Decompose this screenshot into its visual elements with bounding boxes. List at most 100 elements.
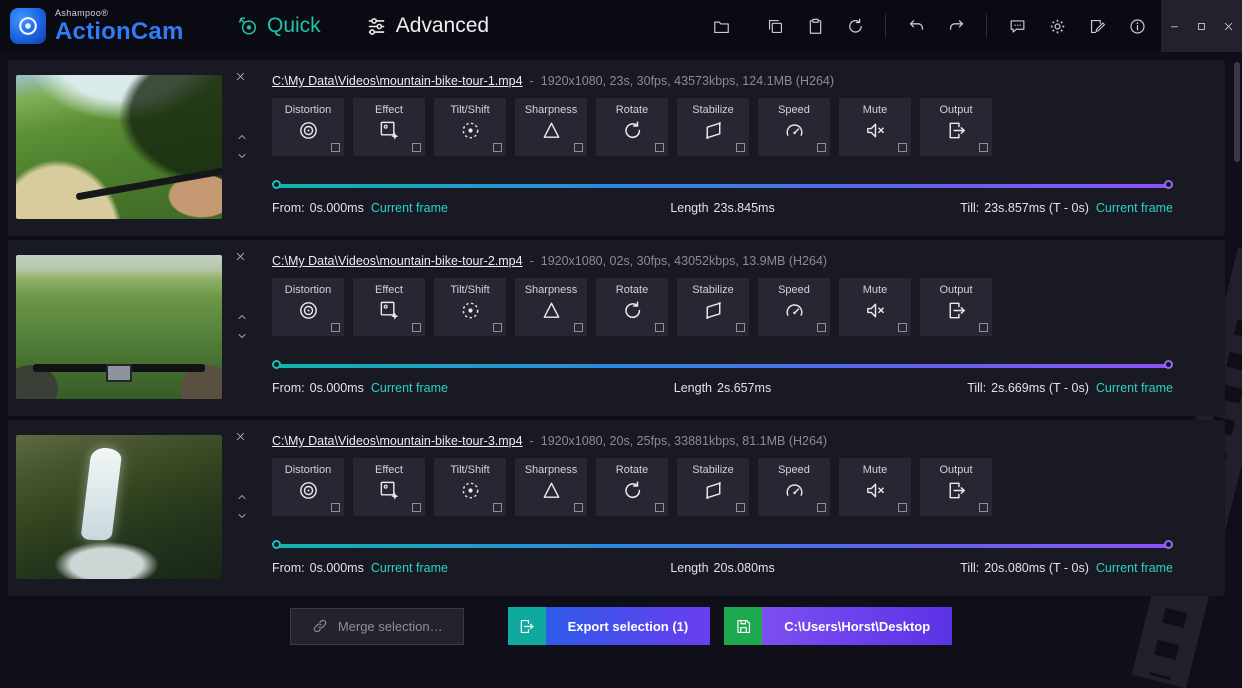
tool-checkbox[interactable] xyxy=(736,323,745,332)
move-up-button[interactable] xyxy=(233,130,251,144)
tool-sharpness-button[interactable]: Sharpness xyxy=(515,458,587,516)
tool-checkbox[interactable] xyxy=(898,143,907,152)
move-down-button[interactable] xyxy=(233,509,251,523)
tool-checkbox[interactable] xyxy=(736,503,745,512)
redo-button[interactable] xyxy=(946,16,966,36)
settings-button[interactable] xyxy=(1047,16,1067,36)
tool-effect-button[interactable]: Effect xyxy=(353,98,425,156)
trim-slider[interactable] xyxy=(272,539,1173,553)
move-up-button[interactable] xyxy=(233,490,251,504)
tool-checkbox[interactable] xyxy=(412,323,421,332)
clip-thumbnail[interactable] xyxy=(16,435,222,579)
tool-distortion-button[interactable]: Distortion xyxy=(272,98,344,156)
minimize-button[interactable] xyxy=(1161,0,1188,52)
open-folder-button[interactable] xyxy=(711,16,731,36)
tool-checkbox[interactable] xyxy=(655,503,664,512)
trim-end-handle[interactable] xyxy=(1164,360,1173,369)
tool-effect-button[interactable]: Effect xyxy=(353,458,425,516)
tool-speed-button[interactable]: Speed xyxy=(758,98,830,156)
tool-checkbox[interactable] xyxy=(655,143,664,152)
tool-checkbox[interactable] xyxy=(574,503,583,512)
tool-sharpness-button[interactable]: Sharpness xyxy=(515,278,587,336)
tool-tiltshift-button[interactable]: Tilt/Shift xyxy=(434,98,506,156)
tool-rotate-button[interactable]: Rotate xyxy=(596,278,668,336)
current-frame-link[interactable]: Current frame xyxy=(371,201,448,215)
tool-checkbox[interactable] xyxy=(493,503,502,512)
destination-folder-button[interactable]: C:\Users\Horst\Desktop xyxy=(724,607,952,645)
clip-thumbnail[interactable] xyxy=(16,255,222,399)
tool-distortion-button[interactable]: Distortion xyxy=(272,458,344,516)
move-down-button[interactable] xyxy=(233,329,251,343)
tool-checkbox[interactable] xyxy=(574,143,583,152)
maximize-button[interactable] xyxy=(1188,0,1215,52)
slider-track[interactable] xyxy=(278,184,1167,188)
trim-start-handle[interactable] xyxy=(272,360,281,369)
clip-thumbnail[interactable] xyxy=(16,75,222,219)
tool-checkbox[interactable] xyxy=(898,503,907,512)
slider-track[interactable] xyxy=(278,364,1167,368)
tool-mute-button[interactable]: Mute xyxy=(839,458,911,516)
tool-sharpness-button[interactable]: Sharpness xyxy=(515,98,587,156)
tool-distortion-button[interactable]: Distortion xyxy=(272,278,344,336)
tool-checkbox[interactable] xyxy=(979,503,988,512)
reset-button[interactable] xyxy=(845,16,865,36)
tool-stabilize-button[interactable]: Stabilize xyxy=(677,458,749,516)
remove-clip-button[interactable] xyxy=(231,247,249,265)
scrollbar[interactable] xyxy=(1234,62,1240,162)
tool-stabilize-button[interactable]: Stabilize xyxy=(677,278,749,336)
tool-checkbox[interactable] xyxy=(817,323,826,332)
trim-slider[interactable] xyxy=(272,179,1173,193)
tool-speed-button[interactable]: Speed xyxy=(758,458,830,516)
tool-checkbox[interactable] xyxy=(493,143,502,152)
current-frame-link[interactable]: Current frame xyxy=(1096,381,1173,395)
copy-button[interactable] xyxy=(765,16,785,36)
clip-filename-link[interactable]: C:\My Data\Videos\mountain-bike-tour-2.m… xyxy=(272,254,523,268)
tool-output-button[interactable]: Output xyxy=(920,98,992,156)
tool-checkbox[interactable] xyxy=(979,323,988,332)
tool-rotate-button[interactable]: Rotate xyxy=(596,458,668,516)
trim-end-handle[interactable] xyxy=(1164,540,1173,549)
remove-clip-button[interactable] xyxy=(231,427,249,445)
current-frame-link[interactable]: Current frame xyxy=(1096,201,1173,215)
tab-advanced[interactable]: Advanced xyxy=(365,14,489,38)
tool-effect-button[interactable]: Effect xyxy=(353,278,425,336)
tool-tiltshift-button[interactable]: Tilt/Shift xyxy=(434,458,506,516)
tool-checkbox[interactable] xyxy=(331,503,340,512)
slider-track[interactable] xyxy=(278,544,1167,548)
feedback-button[interactable] xyxy=(1007,16,1027,36)
clip-filename-link[interactable]: C:\My Data\Videos\mountain-bike-tour-3.m… xyxy=(272,434,523,448)
undo-button[interactable] xyxy=(906,16,926,36)
trim-start-handle[interactable] xyxy=(272,540,281,549)
tool-checkbox[interactable] xyxy=(331,143,340,152)
notes-button[interactable] xyxy=(1087,16,1107,36)
tool-checkbox[interactable] xyxy=(898,323,907,332)
trim-end-handle[interactable] xyxy=(1164,180,1173,189)
current-frame-link[interactable]: Current frame xyxy=(371,561,448,575)
tool-checkbox[interactable] xyxy=(412,503,421,512)
tool-checkbox[interactable] xyxy=(736,143,745,152)
tab-quick[interactable]: Quick xyxy=(236,14,321,38)
tool-mute-button[interactable]: Mute xyxy=(839,98,911,156)
tool-checkbox[interactable] xyxy=(655,323,664,332)
tool-rotate-button[interactable]: Rotate xyxy=(596,98,668,156)
tool-checkbox[interactable] xyxy=(817,503,826,512)
tool-output-button[interactable]: Output xyxy=(920,458,992,516)
trim-start-handle[interactable] xyxy=(272,180,281,189)
tool-checkbox[interactable] xyxy=(574,323,583,332)
tool-mute-button[interactable]: Mute xyxy=(839,278,911,336)
tool-checkbox[interactable] xyxy=(817,143,826,152)
move-up-button[interactable] xyxy=(233,310,251,324)
export-selection-button[interactable]: Export selection (1) xyxy=(508,607,711,645)
current-frame-link[interactable]: Current frame xyxy=(1096,561,1173,575)
tool-stabilize-button[interactable]: Stabilize xyxy=(677,98,749,156)
tool-checkbox[interactable] xyxy=(331,323,340,332)
paste-button[interactable] xyxy=(805,16,825,36)
tool-speed-button[interactable]: Speed xyxy=(758,278,830,336)
tool-output-button[interactable]: Output xyxy=(920,278,992,336)
trim-slider[interactable] xyxy=(272,359,1173,373)
tool-checkbox[interactable] xyxy=(412,143,421,152)
remove-clip-button[interactable] xyxy=(231,67,249,85)
info-button[interactable] xyxy=(1127,16,1147,36)
close-button[interactable] xyxy=(1215,0,1242,52)
tool-tiltshift-button[interactable]: Tilt/Shift xyxy=(434,278,506,336)
